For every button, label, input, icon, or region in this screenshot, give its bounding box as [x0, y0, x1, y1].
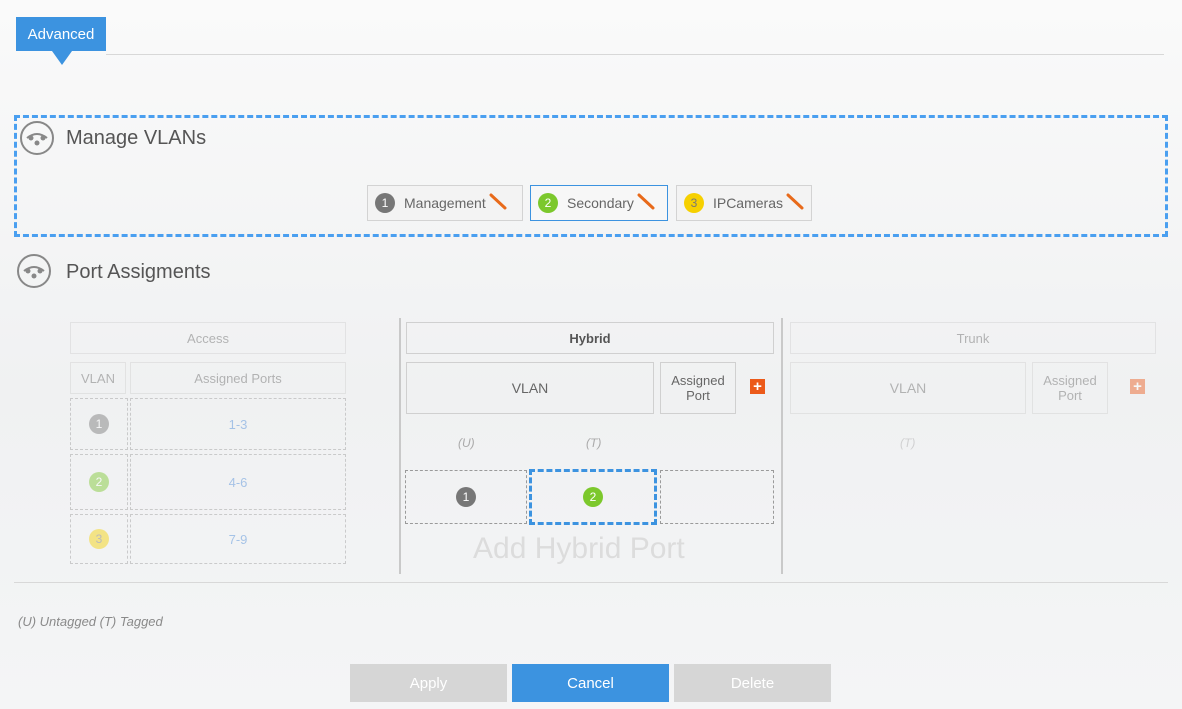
access-vlan-cell[interactable]: 2 [70, 454, 128, 510]
vlan-number-badge: 3 [89, 529, 109, 549]
vlan-number-badge: 1 [89, 414, 109, 434]
port-assignments-title: Port Assigments [66, 261, 211, 283]
tab-pointer [52, 51, 72, 65]
apply-button[interactable]: Apply [350, 664, 507, 702]
access-header: Access [70, 322, 346, 354]
access-vlan-cell[interactable]: 1 [70, 398, 128, 450]
footer-divider [14, 582, 1168, 583]
vlan-name: Management [404, 195, 486, 211]
vlan-chip-secondary[interactable]: 2 Secondary [530, 185, 668, 221]
network-icon [20, 121, 54, 155]
hybrid-header: Hybrid [406, 322, 774, 354]
trunk-tagged-label: (T) [900, 436, 916, 450]
access-col-vlan: VLAN [70, 362, 126, 394]
hybrid-untagged-cell[interactable]: 1 [405, 470, 527, 524]
tag-legend: (U) Untagged (T) Tagged [18, 614, 163, 629]
access-ports-cell[interactable]: 1-3 [130, 398, 346, 450]
vlan-number-badge: 3 [684, 193, 704, 213]
access-vlan-cell[interactable]: 3 [70, 514, 128, 564]
vlan-name: Secondary [567, 195, 634, 211]
untagged-label: (U) [458, 436, 475, 450]
vlan-chip-ipcameras[interactable]: 3 IPCameras [676, 185, 812, 221]
trunk-col-port: Assigned Port [1032, 362, 1108, 414]
hybrid-col-port: Assigned Port [660, 362, 736, 414]
tab-advanced[interactable]: Advanced [16, 17, 106, 51]
vlan-number-badge: 2 [583, 487, 603, 507]
vlan-number-badge: 2 [89, 472, 109, 492]
add-hybrid-plus-icon[interactable]: + [750, 379, 765, 394]
network-icon [17, 254, 51, 288]
trunk-header: Trunk [790, 322, 1156, 354]
hybrid-port-cell[interactable] [660, 470, 774, 524]
add-hybrid-port-placeholder[interactable]: Add Hybrid Port [473, 532, 685, 566]
add-trunk-plus-icon[interactable]: + [1130, 379, 1145, 394]
tagged-label: (T) [586, 436, 602, 450]
access-ports-cell[interactable]: 7-9 [130, 514, 346, 564]
edit-pencil-icon[interactable] [637, 193, 655, 214]
edit-pencil-icon[interactable] [786, 193, 804, 214]
trunk-col-vlan: VLAN [790, 362, 1026, 414]
delete-button[interactable]: Delete [674, 664, 831, 702]
hybrid-right-border [781, 318, 783, 574]
vlan-number-badge: 1 [375, 193, 395, 213]
vlan-number-badge: 2 [538, 193, 558, 213]
tab-divider [106, 54, 1164, 55]
vlan-chip-management[interactable]: 1 Management [367, 185, 523, 221]
hybrid-left-border [399, 318, 401, 574]
edit-pencil-icon[interactable] [489, 193, 507, 214]
access-ports-cell[interactable]: 4-6 [130, 454, 346, 510]
hybrid-tagged-cell[interactable]: 2 [529, 469, 657, 525]
access-col-ports: Assigned Ports [130, 362, 346, 394]
vlan-number-badge: 1 [456, 487, 476, 507]
manage-vlans-title: Manage VLANs [66, 127, 207, 149]
cancel-button[interactable]: Cancel [512, 664, 669, 702]
vlan-name: IPCameras [712, 195, 783, 211]
hybrid-col-vlan: VLAN [406, 362, 654, 414]
